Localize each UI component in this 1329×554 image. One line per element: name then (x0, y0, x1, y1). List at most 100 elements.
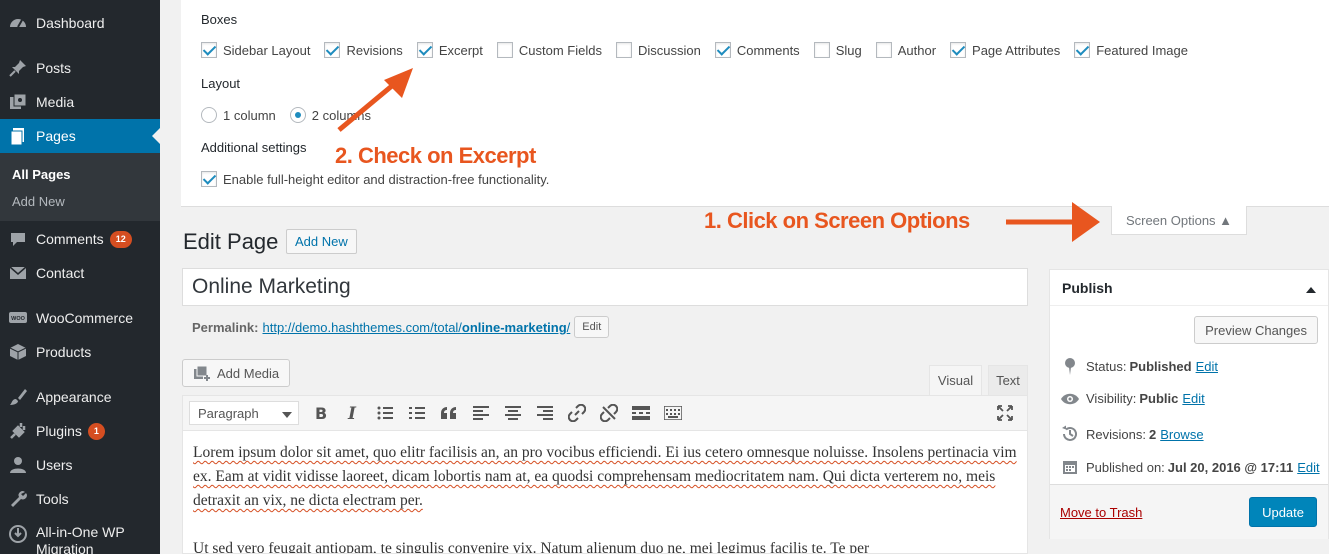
align-center-icon[interactable] (497, 399, 529, 427)
checkbox[interactable] (615, 42, 632, 58)
checkbox[interactable] (1074, 42, 1091, 58)
menu-label: Users (36, 457, 73, 473)
published-on-row: Published on: Jul 20, 2016 @ 17:11 Edit (1060, 459, 1320, 475)
visibility-row: Visibility: Public Edit (1060, 391, 1205, 406)
italic-icon[interactable]: I (337, 399, 369, 427)
format-select[interactable]: Paragraph (189, 401, 299, 425)
menu-item-products[interactable]: Products (0, 335, 160, 369)
submenu-add-new[interactable]: Add New (12, 194, 65, 209)
toolbar-toggle-icon[interactable] (657, 399, 689, 427)
published-label: Published on: (1086, 459, 1165, 475)
additional-settings-heading: Additional settings (201, 140, 307, 155)
menu-item-tools[interactable]: Tools (0, 482, 160, 516)
numbered-list-icon[interactable] (401, 399, 433, 427)
menu-item-users[interactable]: Users (0, 448, 160, 482)
checkbox-revisions[interactable]: Revisions (324, 42, 403, 58)
current-menu-arrow (152, 128, 160, 144)
checkbox-discussion[interactable]: Discussion (615, 42, 701, 58)
published-edit-link[interactable]: Edit (1297, 460, 1319, 475)
checkbox-author[interactable]: Author (875, 42, 936, 58)
insert-link-icon[interactable] (561, 399, 593, 427)
checkbox[interactable] (201, 42, 217, 58)
checkbox-page-attributes[interactable]: Page Attributes (950, 42, 1060, 58)
checkbox[interactable] (875, 42, 892, 58)
screen-options-toggle[interactable]: Screen Options ▲ (1111, 206, 1247, 235)
checkbox-label: Custom Fields (518, 42, 602, 58)
checkbox[interactable] (416, 42, 433, 58)
checkbox-custom-fields[interactable]: Custom Fields (496, 42, 602, 58)
menu-label: Posts (36, 60, 72, 76)
menu-item-media[interactable]: Media (0, 85, 160, 119)
editor-content-area[interactable]: Lorem ipsum dolor sit amet, quo elitr fa… (182, 431, 1028, 554)
permalink-edit-button[interactable]: Edit (574, 316, 610, 338)
add-new-button[interactable]: Add New (286, 229, 357, 254)
radio[interactable] (201, 107, 217, 123)
submenu-all-pages[interactable]: All Pages (12, 167, 71, 182)
tab-visual[interactable]: Visual (929, 365, 982, 395)
arrow-screen-options-head (1072, 202, 1100, 242)
menu-label: Comments (36, 231, 104, 247)
status-edit-link[interactable]: Edit (1196, 359, 1218, 374)
checkbox-comments[interactable]: Comments (714, 42, 800, 58)
radio-1-column[interactable]: 1 column (201, 107, 276, 123)
update-button[interactable]: Update (1249, 497, 1317, 527)
tab-text[interactable]: Text (988, 365, 1028, 395)
editor-toolbar: Paragraph B I (182, 395, 1028, 431)
checkbox[interactable] (714, 42, 731, 58)
blockquote-icon[interactable] (433, 399, 465, 427)
publish-header[interactable]: Publish (1050, 270, 1328, 306)
checkbox-excerpt[interactable]: Excerpt (416, 42, 483, 58)
chevron-down-icon (282, 406, 292, 421)
checkbox[interactable] (950, 42, 967, 58)
menu-item-appearance[interactable]: Appearance (0, 380, 160, 414)
menu-item-posts[interactable]: Posts (0, 51, 160, 85)
radio[interactable] (289, 107, 306, 123)
checkbox-featured-image[interactable]: Featured Image (1074, 42, 1188, 58)
checkbox[interactable] (201, 171, 217, 187)
menu-item-woocommerce[interactable]: WOO WooCommerce (0, 301, 160, 335)
checkbox-label: Discussion (637, 42, 701, 58)
bulleted-list-icon[interactable] (369, 399, 401, 427)
bold-icon[interactable]: B (305, 399, 337, 427)
format-select-value: Paragraph (198, 405, 259, 421)
menu-item-pages[interactable]: Pages (0, 119, 160, 153)
menu-item-dashboard[interactable]: Dashboard (0, 6, 160, 40)
checkbox-slug[interactable]: Slug (813, 42, 862, 58)
pin-icon (0, 58, 36, 78)
menu-label: Pages (36, 128, 76, 144)
align-left-icon[interactable] (465, 399, 497, 427)
checkbox[interactable] (496, 42, 513, 58)
woo-icon: WOO (0, 308, 36, 328)
revisions-row: Revisions: 2 Browse (1060, 425, 1204, 443)
brush-icon (0, 387, 36, 407)
checkbox[interactable] (324, 42, 341, 58)
preview-changes-button[interactable]: Preview Changes (1194, 316, 1318, 344)
fullscreen-icon[interactable] (989, 399, 1021, 427)
checkbox-sidebar-layout[interactable]: Sidebar Layout (201, 42, 310, 58)
radio-2-columns[interactable]: 2 columns (289, 107, 371, 123)
read-more-icon[interactable] (625, 399, 657, 427)
post-title-input[interactable]: Online Marketing (182, 268, 1028, 306)
visibility-edit-link[interactable]: Edit (1182, 391, 1204, 406)
status-row: Status: Published Edit (1060, 357, 1218, 375)
caret-up-icon[interactable] (1306, 280, 1316, 296)
add-media-button[interactable]: Add Media (182, 359, 291, 387)
revisions-browse-link[interactable]: Browse (1160, 427, 1203, 442)
menu-label: Media (36, 94, 75, 110)
move-to-trash-link[interactable]: Move to Trash (1060, 505, 1142, 520)
status-label: Status: (1086, 358, 1127, 374)
menu-item-all-in-one-migration[interactable]: All-in-One WP Migration (0, 520, 160, 554)
remove-link-icon[interactable] (593, 399, 625, 427)
boxes-heading: Boxes (201, 12, 238, 27)
menu-item-contact[interactable]: Contact (0, 256, 160, 290)
checkbox[interactable] (813, 42, 830, 58)
plug-icon (0, 421, 36, 441)
permalink-link[interactable]: http://demo.hashthemes.com/total/online-… (262, 320, 570, 335)
svg-text:I: I (347, 405, 357, 421)
align-right-icon[interactable] (529, 399, 561, 427)
checkbox-distraction-free[interactable]: Enable full-height editor and distractio… (201, 171, 549, 187)
user-icon (0, 455, 36, 475)
publish-title: Publish (1062, 279, 1113, 296)
menu-item-plugins[interactable]: Plugins 1 (0, 414, 160, 448)
menu-item-comments[interactable]: Comments 12 (0, 222, 160, 256)
